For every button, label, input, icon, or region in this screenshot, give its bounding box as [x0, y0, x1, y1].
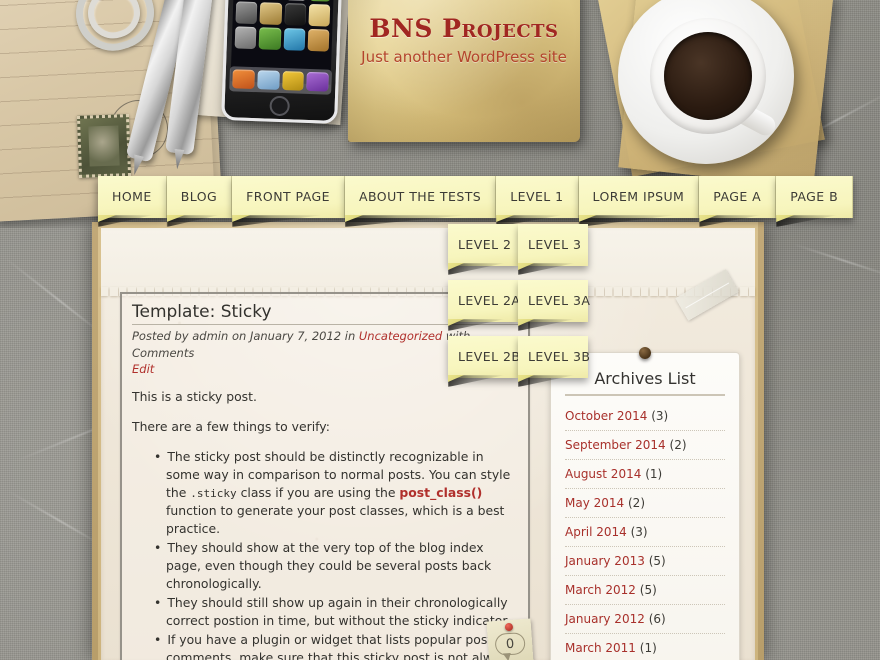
- header-photo-postage-stamp: [76, 114, 132, 178]
- list-item[interactable]: May 2014 (2): [565, 489, 725, 518]
- list-item[interactable]: August 2014 (1): [565, 460, 725, 489]
- post-meta-prefix: Posted by admin on: [132, 329, 250, 343]
- primary-navigation[interactable]: HOME BLOG FRONT PAGE ABOUT THE TESTS LEV…: [98, 176, 854, 218]
- submenu-level-3-column[interactable]: LEVEL 3 LEVEL 3A LEVEL 3B: [518, 224, 590, 392]
- bullet-text: If you have a plugin or widget that list…: [166, 631, 515, 660]
- header-photo-coffee-liquid: [664, 32, 752, 120]
- bullet-code: .sticky: [190, 486, 237, 500]
- post-date: January 7, 2012: [249, 329, 342, 343]
- archive-link[interactable]: January 2013: [565, 554, 645, 568]
- post-paragraph: There are a few things to verify:: [132, 419, 330, 434]
- archive-count: (6): [648, 612, 666, 626]
- comment-bubble-icon: 0: [494, 631, 526, 657]
- phone-dock-icon: [256, 70, 280, 90]
- nav-item-blog[interactable]: BLOG: [166, 176, 233, 218]
- nav-item-level-2a[interactable]: LEVEL 2A: [448, 280, 520, 322]
- archive-count: (2): [669, 438, 687, 452]
- phone-dock: [229, 66, 332, 95]
- nav-item-level-2b[interactable]: LEVEL 2B: [448, 336, 520, 378]
- sidebar: Archives List October 2014 (3) September…: [550, 347, 740, 660]
- bullet-text: function to generate your post classes, …: [166, 502, 505, 536]
- archive-link[interactable]: August 2014: [565, 467, 641, 481]
- phone-app-icon: [259, 2, 282, 25]
- nav-item-level-1[interactable]: LEVEL 1: [496, 176, 579, 218]
- post-bullet-list: The sticky post should be distinctly rec…: [132, 448, 518, 660]
- nav-item-page-b[interactable]: PAGE B: [776, 176, 854, 218]
- list-item: They should show at the very top of the …: [154, 539, 518, 593]
- archive-link[interactable]: January 2012: [565, 612, 645, 626]
- archive-link[interactable]: March 2011: [565, 641, 636, 655]
- archive-count: (2): [628, 496, 645, 510]
- archive-link[interactable]: October 2014: [565, 409, 647, 423]
- archive-count: (5): [648, 554, 666, 568]
- bullet-text: They should still show up again in their…: [166, 594, 511, 628]
- phone-app-icon: [308, 3, 331, 27]
- post-edit-link[interactable]: Edit: [132, 362, 154, 376]
- archive-count: (3): [651, 409, 669, 423]
- post-title-link[interactable]: Template: Sticky: [132, 302, 272, 322]
- phone-app-icon: [307, 28, 330, 52]
- phone-app-icon: [284, 0, 307, 1]
- nav-item-level-3b[interactable]: LEVEL 3B: [518, 336, 590, 378]
- nav-item-page-a[interactable]: PAGE A: [699, 176, 777, 218]
- phone-app-icon: [258, 27, 281, 50]
- submenu-level-2-column[interactable]: LEVEL 2 LEVEL 2A LEVEL 2B: [448, 224, 520, 392]
- header-photo-smartphone: [221, 0, 343, 124]
- list-item: They should still show up again in their…: [154, 594, 518, 630]
- nav-item-home[interactable]: HOME: [98, 176, 167, 218]
- list-item[interactable]: January 2013 (5): [565, 547, 725, 576]
- nav-item-lorem-ipsum[interactable]: LOREM IPSUM: [578, 176, 700, 218]
- comment-count-note[interactable]: 0: [486, 618, 534, 660]
- phone-dock-icon: [306, 71, 329, 92]
- phone-app-icon: [309, 0, 332, 2]
- post-meta-in: in: [341, 329, 359, 343]
- post-body: This is a sticky post. There are a few t…: [132, 388, 518, 660]
- widget-title-archives: Archives List: [565, 369, 725, 396]
- nav-item-level-2[interactable]: LEVEL 2: [448, 224, 518, 266]
- nav-item-level-3a[interactable]: LEVEL 3A: [518, 280, 590, 322]
- list-item: If you have a plugin or widget that list…: [154, 631, 518, 660]
- phone-app-icon: [234, 26, 257, 50]
- list-item[interactable]: April 2014 (3): [565, 518, 725, 547]
- archive-link[interactable]: March 2012: [565, 583, 636, 597]
- archive-link[interactable]: September 2014: [565, 438, 666, 452]
- phone-app-icon: [235, 1, 258, 25]
- phone-app-icon: [283, 28, 306, 51]
- archive-count: (5): [639, 583, 657, 597]
- nav-item-level-3[interactable]: LEVEL 3: [518, 224, 588, 266]
- list-item[interactable]: October 2014 (3): [565, 402, 725, 431]
- list-item[interactable]: March 2012 (5): [565, 576, 725, 605]
- archive-link[interactable]: May 2014: [565, 496, 624, 510]
- comment-count: 0: [505, 636, 515, 652]
- torn-paper-strip: [101, 228, 755, 290]
- archive-link[interactable]: April 2014: [565, 525, 627, 539]
- pushpin-icon: [639, 347, 651, 359]
- archive-count: (1): [645, 467, 663, 481]
- phone-home-button: [269, 95, 291, 117]
- site-description: Just another WordPress site: [361, 48, 567, 66]
- post-class-link[interactable]: post_class(): [399, 485, 482, 500]
- site-title[interactable]: BNS Projects: [348, 14, 580, 43]
- bullet-text: class if you are using the: [236, 484, 400, 500]
- post-category-link[interactable]: Uncategorized: [359, 329, 442, 343]
- crease-line: [792, 243, 880, 279]
- phone-dock-icon: [281, 71, 305, 91]
- archive-count: (1): [639, 641, 657, 655]
- pushpin-icon: [504, 622, 514, 632]
- bullet-text: They should show at the very top of the …: [166, 539, 492, 591]
- list-item[interactable]: September 2014 (2): [565, 431, 725, 460]
- list-item[interactable]: March 2011 (1): [565, 634, 725, 660]
- list-item[interactable]: January 2012 (6): [565, 605, 725, 634]
- phone-dock-icon: [232, 69, 255, 90]
- list-item: The sticky post should be distinctly rec…: [154, 448, 518, 538]
- archive-count: (3): [630, 525, 648, 539]
- nav-item-front-page[interactable]: FRONT PAGE: [232, 176, 345, 218]
- phone-app-icon: [283, 3, 306, 26]
- nav-item-about-the-tests[interactable]: ABOUT THE TESTS: [344, 176, 497, 218]
